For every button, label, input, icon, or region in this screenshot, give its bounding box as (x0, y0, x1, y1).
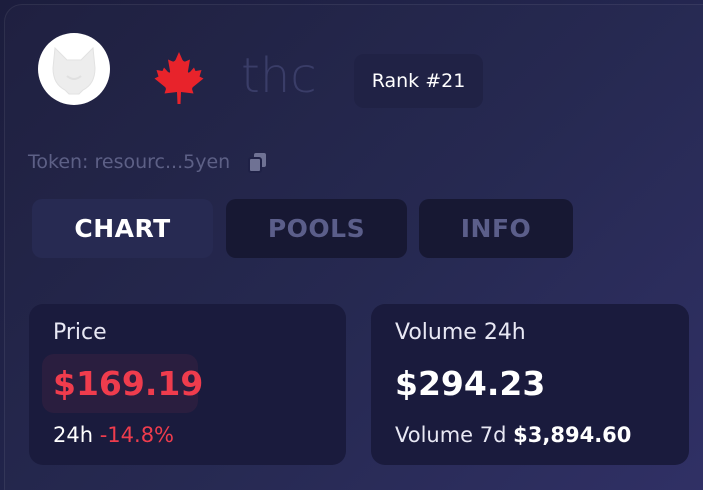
dog-head-icon (52, 46, 96, 95)
price-value: $169.19 (53, 364, 204, 403)
change-period: 24h (53, 423, 94, 447)
volume-7d-label: Volume 7d (395, 423, 507, 447)
volume-24h-label: Volume 24h (395, 320, 526, 345)
token-avatar (38, 33, 110, 105)
token-ticker: thc (241, 48, 317, 104)
tab-chart[interactable]: CHART (32, 199, 213, 258)
token-address-row: Token: resourc...5yen (28, 150, 270, 174)
rank-badge: Rank #21 (354, 54, 483, 108)
volume-7d: Volume 7d $3,894.60 (395, 423, 631, 447)
price-change: 24h -14.8% (53, 423, 174, 447)
token-address: Token: resourc...5yen (28, 151, 231, 173)
copy-icon[interactable] (246, 150, 270, 174)
volume-7d-value: $3,894.60 (513, 423, 632, 447)
price-label: Price (53, 320, 107, 345)
change-value: -14.8% (99, 423, 175, 447)
volume-24h-value: $294.23 (395, 364, 546, 403)
price-card: Price $169.19 24h -14.8% (29, 304, 346, 465)
tab-pools[interactable]: POOLS (226, 199, 407, 258)
maple-leaf-icon (154, 52, 204, 104)
volume-card: Volume 24h $294.23 Volume 7d $3,894.60 (371, 304, 689, 465)
tab-info[interactable]: INFO (419, 199, 573, 258)
token-page: thc Rank #21 Token: resourc...5yen CHART… (0, 0, 703, 490)
